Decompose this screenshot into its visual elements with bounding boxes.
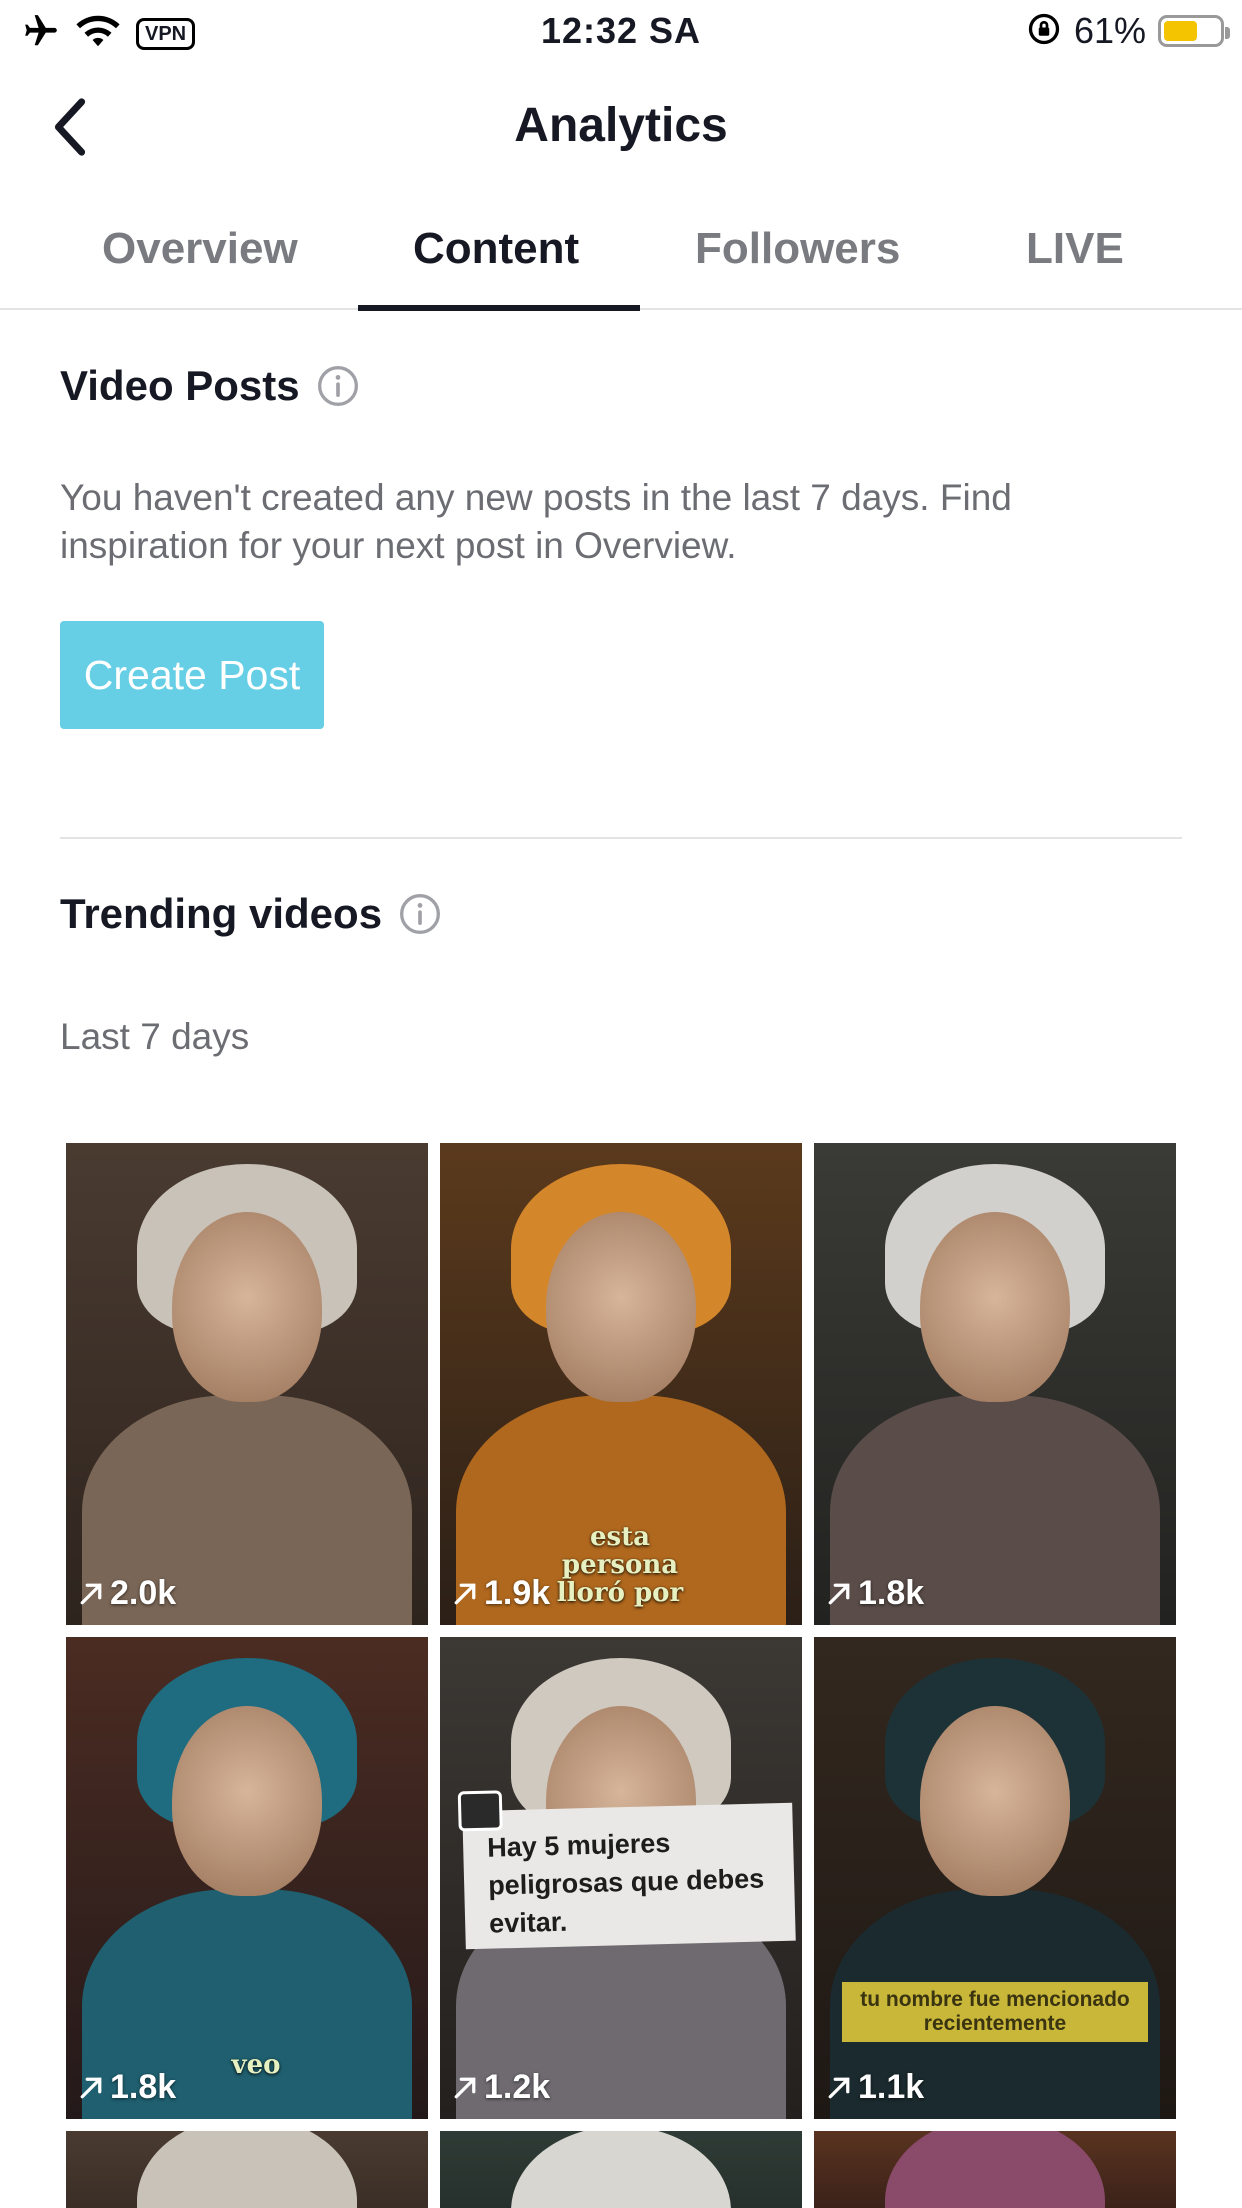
thumbnail-hair [885, 2131, 1105, 2208]
video-thumbnail[interactable]: tu nombre fue mencionado recientemente 1… [814, 1637, 1176, 2119]
video-views-count: 1.8k [858, 1574, 925, 1612]
rotation-lock-icon [1026, 11, 1062, 52]
trend-arrow-icon [828, 1583, 850, 1604]
video-views-count: 1.2k [484, 2068, 551, 2106]
video-overlay-text: Hay 5 mujeres peligrosas que debes evita… [486, 1827, 765, 1939]
page-title: Analytics [514, 99, 728, 152]
status-right: 61% [1026, 10, 1230, 52]
analytics-tabs: Overview Content Followers LIVE [0, 192, 1242, 311]
battery-cap [1225, 27, 1230, 39]
video-views: 1.9k [450, 1574, 550, 1613]
battery-icon [1158, 15, 1230, 47]
tiktok-logo-icon [457, 1790, 503, 1832]
thumbnail-hair [137, 2131, 357, 2208]
info-icon[interactable] [316, 364, 360, 408]
tab-indicator [358, 305, 640, 311]
thumbnail-face [172, 1705, 322, 1896]
video-views: 1.2k [450, 2068, 550, 2107]
video-thumbnail[interactable] [814, 2131, 1176, 2208]
video-views: 1.1k [824, 2068, 924, 2107]
video-views-count: 2.0k [110, 1574, 177, 1612]
tab-followers[interactable]: Followers [695, 224, 900, 274]
trend-arrow-icon [454, 2077, 476, 2098]
video-views-count: 1.8k [110, 2068, 177, 2106]
info-icon[interactable] [398, 892, 442, 936]
video-posts-heading: Video Posts [60, 362, 360, 410]
trend-arrow-icon [828, 2077, 850, 2098]
video-thumbnail[interactable]: 1.8k [814, 1143, 1176, 1625]
nav-bar: Analytics [0, 62, 1242, 192]
thumbnail-face [920, 1211, 1070, 1402]
trend-arrow-icon [80, 1583, 102, 1604]
tab-content[interactable]: Content [413, 224, 579, 274]
video-posts-title: Video Posts [60, 362, 300, 409]
trend-arrow-icon [454, 1583, 476, 1604]
section-divider [60, 837, 1182, 839]
video-views-count: 1.1k [858, 2068, 925, 2106]
tab-live[interactable]: LIVE [1026, 224, 1124, 274]
video-thumbnail[interactable] [440, 2131, 802, 2208]
video-overlay-text: veo [231, 2050, 281, 2080]
video-thumbnail[interactable]: Hay 5 mujeres peligrosas que debes evita… [440, 1637, 802, 2119]
video-caption-card: Hay 5 mujeres peligrosas que debes evita… [457, 1790, 796, 1950]
video-overlay-text: esta persona lloró por [556, 1522, 684, 1608]
create-post-button[interactable]: Create Post [60, 621, 324, 729]
thumbnail-face [546, 1211, 696, 1402]
battery-percent: 61% [1073, 10, 1146, 51]
thumbnail-hair [511, 2131, 731, 2208]
thumbnail-face [172, 1211, 322, 1402]
trending-period: Last 7 days [60, 1016, 250, 1057]
video-thumbnail[interactable] [66, 2131, 428, 2208]
video-thumbnail[interactable]: veo 1.8k [66, 1637, 428, 2119]
thumbnail-face [920, 1705, 1070, 1896]
video-views: 1.8k [824, 1574, 924, 1613]
status-bar: VPN 12:32 SA 61% [0, 0, 1242, 62]
video-views-count: 1.9k [484, 1574, 551, 1612]
trend-arrow-icon [80, 2077, 102, 2098]
video-thumbnail[interactable]: esta persona lloró por 1.9k [440, 1143, 802, 1625]
video-views: 1.8k [76, 2068, 176, 2107]
trending-videos-title: Trending videos [60, 890, 383, 937]
video-views: 2.0k [76, 1574, 176, 1613]
tab-overview[interactable]: Overview [102, 224, 298, 274]
battery-fill [1164, 21, 1197, 41]
video-thumbnail[interactable]: 2.0k [66, 1143, 428, 1625]
trending-videos-heading: Trending videos [60, 890, 442, 938]
video-overlay-text: tu nombre fue mencionado recientemente [842, 1982, 1148, 2042]
empty-posts-message: You haven't created any new posts in the… [60, 477, 1012, 566]
